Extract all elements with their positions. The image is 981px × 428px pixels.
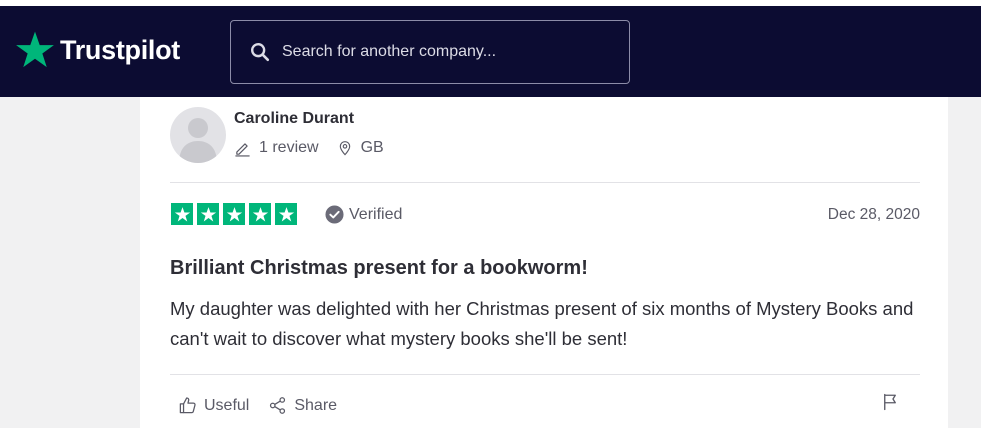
review-card: Caroline Durant 1 review GB Verified Dec… (140, 97, 948, 428)
location-pin-icon (339, 141, 350, 156)
thumbs-up-icon (179, 397, 196, 414)
page-background-gap (948, 97, 981, 428)
flag-icon (884, 393, 896, 411)
brand-name: Trustpilot (60, 34, 180, 65)
verified-check-icon (325, 205, 344, 224)
review-count: 1 review (234, 139, 319, 157)
country-code: GB (360, 139, 384, 156)
rating-star-icon (275, 203, 297, 225)
divider (170, 182, 920, 183)
review-date: Dec 28, 2020 (827, 206, 920, 223)
verified-label: Verified (349, 205, 403, 223)
useful-label: Useful (204, 396, 250, 414)
star-rating (171, 203, 297, 225)
search-input[interactable] (282, 43, 602, 61)
verified-badge[interactable]: Verified (325, 205, 402, 224)
site-header: Trustpilot (0, 6, 981, 97)
useful-button[interactable]: Useful (178, 396, 249, 415)
reviewer-location: GB (337, 139, 384, 157)
review-title[interactable]: Brilliant Christmas present for a bookwo… (170, 257, 588, 280)
search-icon (251, 43, 270, 62)
rating-star-icon (197, 203, 219, 225)
share-icon (270, 397, 286, 414)
review-count-text: 1 review (259, 139, 319, 156)
report-flag-button[interactable] (881, 393, 899, 416)
share-label: Share (294, 396, 338, 414)
search-box[interactable] (230, 20, 630, 84)
rating-star-icon (223, 203, 245, 225)
avatar[interactable] (170, 107, 226, 163)
divider (170, 374, 920, 375)
rating-star-icon (249, 203, 271, 225)
share-button[interactable]: Share (268, 396, 337, 415)
review-actions: Useful Share (178, 396, 337, 415)
trustpilot-logo[interactable]: Trustpilot (14, 28, 180, 72)
default-avatar-icon (179, 118, 217, 163)
review-body: My daughter was delighted with her Chris… (170, 298, 914, 349)
reviewer-meta: 1 review GB (234, 139, 384, 157)
reviewer-name[interactable]: Caroline Durant (234, 110, 354, 128)
trustpilot-star-icon (16, 31, 54, 68)
pencil-icon (235, 142, 250, 157)
rating-star-icon (171, 203, 193, 225)
